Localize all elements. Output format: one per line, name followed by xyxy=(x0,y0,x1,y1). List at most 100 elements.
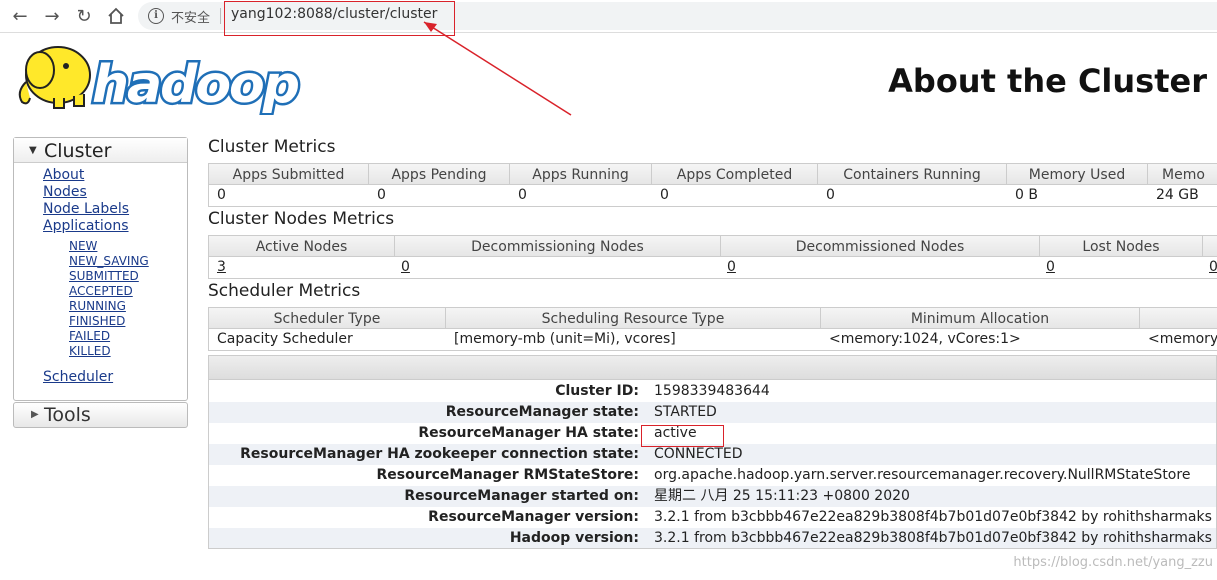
sidebar-item-nodes[interactable]: Nodes xyxy=(43,184,87,200)
cell-decommissioned-nodes: 0 xyxy=(719,257,736,277)
col-active-nodes[interactable]: Active Nodes xyxy=(209,236,395,258)
info-row-rm-state: ResourceManager state: STARTED xyxy=(209,402,1216,423)
col-apps-pending[interactable]: Apps Pending xyxy=(369,164,510,186)
col-apps-completed[interactable]: Apps Completed xyxy=(652,164,818,186)
hadoop-logo: hadoop xyxy=(14,40,314,118)
col-maximum-allocation[interactable] xyxy=(1140,308,1217,330)
sidebar-app-new-saving[interactable]: NEW_SAVING xyxy=(69,254,149,268)
sidebar-item-about[interactable]: About xyxy=(43,167,84,183)
col-unhealthy-nodes[interactable] xyxy=(1203,236,1217,258)
cell-scheduler-type: Capacity Scheduler xyxy=(217,331,353,347)
cell-maximum-allocation: <memory: xyxy=(1148,331,1217,347)
hadoop-wordmark: hadoop xyxy=(92,55,299,115)
info-key: ResourceManager HA state: xyxy=(418,425,639,441)
info-value: 3.2.1 from b3cbbb467e22ea829b3808f4b7b01… xyxy=(654,530,1217,546)
home-icon[interactable] xyxy=(104,4,128,28)
sidebar-app-failed[interactable]: FAILED xyxy=(69,329,110,343)
table-header-row: Active Nodes Decommissioning Nodes Decom… xyxy=(208,235,1217,258)
table-row: Capacity Scheduler [memory-mb (unit=Mi),… xyxy=(208,329,1217,351)
cell-scheduling-resource-type: [memory-mb (unit=Mi), vcores] xyxy=(454,331,676,347)
info-row-zookeeper-state: ResourceManager HA zookeeper connection … xyxy=(209,444,1216,465)
cell-decommissioning-nodes: 0 xyxy=(393,257,410,277)
info-value: 1598339483644 xyxy=(654,383,770,399)
info-value: 3.2.1 from b3cbbb467e22ea829b3808f4b7b01… xyxy=(654,509,1217,525)
col-scheduling-resource-type[interactable]: Scheduling Resource Type xyxy=(446,308,821,330)
cell-minimum-allocation: <memory:1024, vCores:1> xyxy=(829,331,1021,347)
table-header-row: Scheduler Type Scheduling Resource Type … xyxy=(208,307,1217,330)
lost-nodes-link[interactable]: 0 xyxy=(1046,259,1055,275)
triangle-right-icon: ▶ xyxy=(31,409,39,420)
reload-icon[interactable]: ↻ xyxy=(72,4,96,28)
info-key: ResourceManager version: xyxy=(428,509,639,525)
table-row: 0 0 0 0 0 0 B 24 GB xyxy=(208,185,1217,207)
col-memory-total[interactable]: Memo xyxy=(1148,164,1217,186)
sidebar-tools-label: Tools xyxy=(44,404,91,426)
sidebar-item-scheduler[interactable]: Scheduler xyxy=(43,369,113,385)
info-key: ResourceManager HA zookeeper connection … xyxy=(240,446,639,462)
col-minimum-allocation[interactable]: Minimum Allocation xyxy=(821,308,1140,330)
address-divider xyxy=(220,8,221,24)
sidebar-app-submitted[interactable]: SUBMITTED xyxy=(69,269,139,283)
info-key: Hadoop version: xyxy=(509,530,639,546)
info-key: ResourceManager started on: xyxy=(404,488,639,504)
col-apps-running[interactable]: Apps Running xyxy=(510,164,652,186)
cluster-metrics-title: Cluster Metrics xyxy=(208,137,336,157)
sidebar-app-running[interactable]: RUNNING xyxy=(69,299,126,313)
col-decommissioned-nodes[interactable]: Decommissioned Nodes xyxy=(721,236,1040,258)
info-row-rm-started-on: ResourceManager started on: 星期二 八月 25 15… xyxy=(209,486,1216,507)
back-icon[interactable]: ← xyxy=(8,4,32,28)
unhealthy-nodes-link[interactable]: 0 xyxy=(1209,259,1217,275)
cluster-nodes-metrics-table: Active Nodes Decommissioning Nodes Decom… xyxy=(208,235,1217,279)
cell-apps-submitted: 0 xyxy=(217,187,226,203)
col-memory-used[interactable]: Memory Used xyxy=(1007,164,1148,186)
forward-icon[interactable]: → xyxy=(40,4,64,28)
cell-memory-total: 24 GB xyxy=(1156,187,1199,203)
sidebar-cluster-label: Cluster xyxy=(44,140,112,162)
sidebar-app-accepted[interactable]: ACCEPTED xyxy=(69,284,133,298)
insecure-label: 不安全 xyxy=(171,11,211,26)
cluster-info-header xyxy=(209,356,1216,380)
cell-apps-completed: 0 xyxy=(660,187,669,203)
triangle-down-icon: ▼ xyxy=(29,145,37,156)
sidebar-tools-header[interactable]: ▶ Tools xyxy=(13,402,188,428)
table-header-row: Apps Submitted Apps Pending Apps Running… xyxy=(208,163,1217,186)
table-row: 3 0 0 0 0 xyxy=(208,257,1217,279)
decommissioning-nodes-link[interactable]: 0 xyxy=(401,259,410,275)
info-key: Cluster ID: xyxy=(555,383,639,399)
info-value: org.apache.hadoop.yarn.server.resourcema… xyxy=(654,467,1191,483)
info-row-cluster-id: Cluster ID: 1598339483644 xyxy=(209,381,1216,402)
info-row-hadoop-version: Hadoop version: 3.2.1 from b3cbbb467e22e… xyxy=(209,528,1217,548)
col-lost-nodes[interactable]: Lost Nodes xyxy=(1040,236,1203,258)
sidebar-cluster-header[interactable]: ▼ Cluster xyxy=(14,138,187,163)
cell-active-nodes: 3 xyxy=(209,257,226,277)
col-containers-running[interactable]: Containers Running xyxy=(818,164,1007,186)
col-apps-submitted[interactable]: Apps Submitted xyxy=(209,164,369,186)
info-value: STARTED xyxy=(654,404,717,420)
active-nodes-link[interactable]: 3 xyxy=(217,259,226,275)
info-row-rm-statestore: ResourceManager RMStateStore: org.apache… xyxy=(209,465,1216,486)
url-annotation-box xyxy=(224,1,455,36)
info-row-rm-version: ResourceManager version: 3.2.1 from b3cb… xyxy=(209,507,1216,528)
col-scheduler-type[interactable]: Scheduler Type xyxy=(209,308,446,330)
scheduler-metrics-title: Scheduler Metrics xyxy=(208,281,361,301)
info-icon[interactable]: i xyxy=(148,8,164,24)
cell-apps-pending: 0 xyxy=(377,187,386,203)
watermark-text: https://blog.csdn.net/yang_zzu xyxy=(1013,555,1213,570)
col-decommissioning-nodes[interactable]: Decommissioning Nodes xyxy=(395,236,721,258)
sidebar-item-node-labels[interactable]: Node Labels xyxy=(43,201,129,217)
cell-apps-running: 0 xyxy=(518,187,527,203)
browser-toolbar: ← → ↻ i 不安全 yang102:8088/cluster/cluster xyxy=(0,0,1217,33)
sidebar-app-killed[interactable]: KILLED xyxy=(69,344,111,358)
scheduler-metrics-table: Scheduler Type Scheduling Resource Type … xyxy=(208,307,1217,351)
decommissioned-nodes-link[interactable]: 0 xyxy=(727,259,736,275)
info-key: ResourceManager RMStateStore: xyxy=(376,467,640,483)
cell-containers-running: 0 xyxy=(826,187,835,203)
sidebar-item-applications[interactable]: Applications xyxy=(43,218,129,234)
page-title: About the Cluster xyxy=(888,62,1207,100)
cell-memory-used: 0 B xyxy=(1015,187,1038,203)
cell-lost-nodes: 0 xyxy=(1038,257,1055,277)
info-value: CONNECTED xyxy=(654,446,743,462)
sidebar-app-new[interactable]: NEW xyxy=(69,239,97,253)
cluster-nodes-metrics-title: Cluster Nodes Metrics xyxy=(208,209,395,229)
sidebar-app-finished[interactable]: FINISHED xyxy=(69,314,125,328)
